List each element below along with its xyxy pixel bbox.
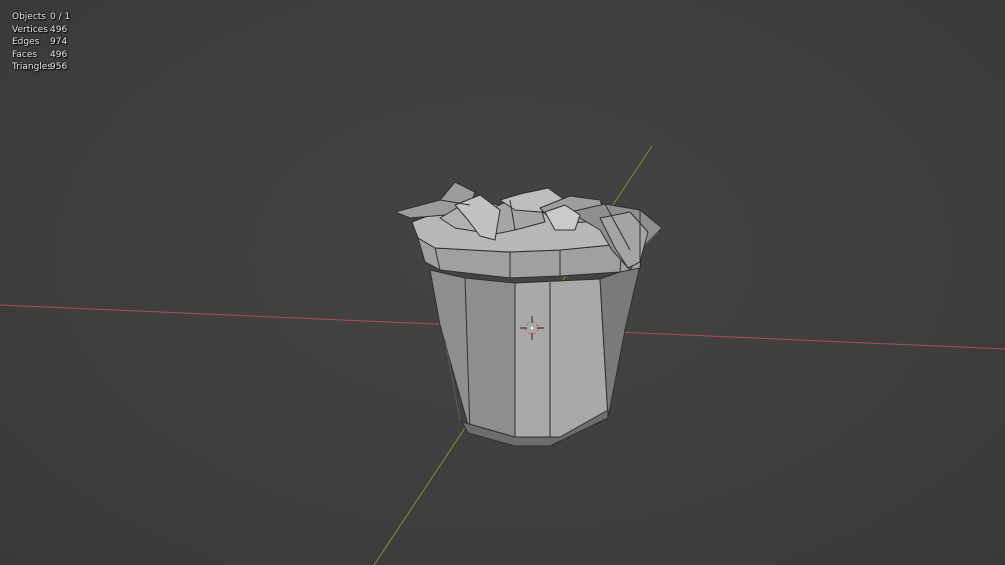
bucket-face-left [429,269,516,446]
trash-bin-mesh[interactable] [394,181,663,447]
3d-viewport[interactable]: Objects 0 / 1 Vertices 496 Edges 974 Fac… [0,0,1005,565]
viewport-scene[interactable] [0,0,1005,565]
